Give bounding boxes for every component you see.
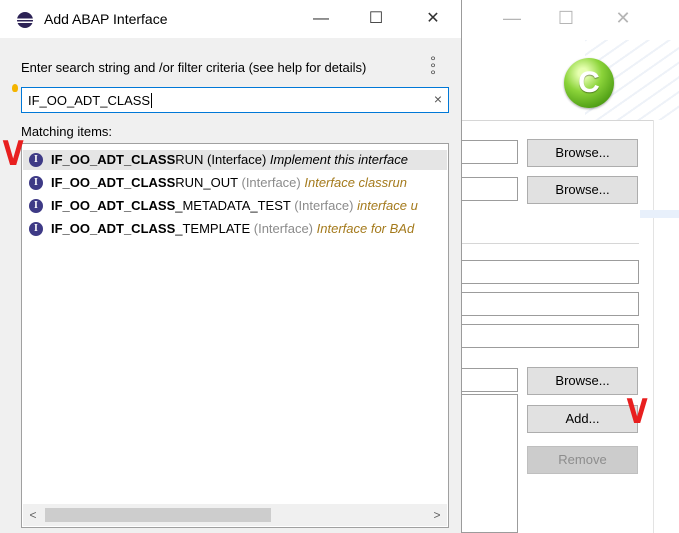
interface-icon: I — [29, 222, 43, 236]
text-caret — [151, 93, 153, 108]
annotation-check-mark: V — [2, 134, 24, 174]
item-type: (Interface) — [207, 152, 267, 167]
window-edge — [653, 120, 654, 533]
matching-items-list[interactable]: I IF_OO_ADT_CLASSRUN (Interface) Impleme… — [21, 143, 449, 528]
more-options-icon[interactable]: ° ° ° — [428, 54, 438, 82]
item-description: interface u — [357, 198, 418, 213]
item-type: (Interface) — [253, 221, 314, 236]
item-match: IF_OO_ADT_CLASS — [51, 198, 176, 213]
filter-instructions: Enter search string and /or filter crite… — [21, 60, 367, 75]
item-match: IF_OO_ADT_CLASS — [51, 152, 176, 167]
list-item[interactable]: I IF_OO_ADT_CLASS_METADATA_TEST (Interfa… — [23, 196, 447, 216]
content-assist-icon — [12, 84, 18, 92]
search-input[interactable]: IF_OO_ADT_CLASS × — [21, 87, 449, 113]
bg-close-button[interactable]: ✕ — [609, 6, 637, 30]
item-match: IF_OO_ADT_CLASS — [51, 221, 176, 236]
item-description: Implement this interface — [269, 152, 408, 167]
item-description: Interface classrun — [304, 175, 407, 190]
eclipse-icon — [17, 12, 33, 28]
bg-field-3[interactable] — [448, 260, 639, 284]
item-type: (Interface) — [294, 198, 354, 213]
wizard-logo-icon: C — [564, 58, 614, 108]
bg-field-5[interactable] — [448, 324, 639, 348]
interface-icon: I — [29, 153, 43, 167]
close-button[interactable]: ✕ — [417, 7, 449, 31]
bg-maximize-button[interactable]: ☐ — [552, 6, 580, 30]
item-name-rest: _METADATA_TEST — [175, 198, 291, 213]
browse-button-1[interactable]: Browse... — [527, 139, 638, 167]
dialog-title: Add ABAP Interface — [44, 11, 168, 27]
browse-button-3[interactable]: Browse... — [527, 367, 638, 395]
item-name-rest: RUN_OUT — [175, 175, 238, 190]
dialog-titlebar: Add ABAP Interface — ☐ ✕ — [0, 0, 461, 38]
clear-icon[interactable]: × — [434, 91, 442, 107]
bg-field-4[interactable] — [448, 292, 639, 316]
list-item[interactable]: I IF_OO_ADT_CLASS_TEMPLATE (Interface) I… — [23, 219, 447, 239]
interface-icon: I — [29, 199, 43, 213]
list-item[interactable]: I IF_OO_ADT_CLASSRUN_OUT (Interface) Int… — [23, 173, 447, 193]
list-item[interactable]: I IF_OO_ADT_CLASSRUN (Interface) Impleme… — [23, 150, 447, 170]
annotation-check-mark: V — [626, 392, 648, 432]
search-input-value: IF_OO_ADT_CLASS — [28, 93, 151, 108]
banner-separator — [448, 120, 653, 121]
item-name-rest: RUN — [175, 152, 204, 167]
browse-button-2[interactable]: Browse... — [527, 176, 638, 204]
add-abap-interface-dialog: Add ABAP Interface — ☐ ✕ Enter search st… — [0, 0, 462, 533]
section-divider — [448, 243, 639, 244]
item-name-rest: _TEMPLATE — [175, 221, 251, 236]
minimize-button[interactable]: — — [305, 7, 337, 31]
matching-items-label: Matching items: — [21, 124, 113, 139]
item-match: IF_OO_ADT_CLASS — [51, 175, 176, 190]
logo-letter: C — [578, 66, 600, 99]
bg-minimize-button[interactable]: — — [498, 6, 526, 30]
add-button[interactable]: Add... — [527, 405, 638, 433]
item-description: Interface for BAd — [316, 221, 415, 236]
scroll-right-button[interactable]: > — [429, 507, 445, 523]
item-type: (Interface) — [241, 175, 301, 190]
remove-button: Remove — [527, 446, 638, 474]
maximize-button[interactable]: ☐ — [360, 7, 392, 31]
horizontal-scrollbar[interactable]: < > — [23, 504, 447, 526]
scroll-left-button[interactable]: < — [25, 507, 41, 523]
interface-icon: I — [29, 176, 43, 190]
scroll-thumb[interactable] — [45, 508, 271, 522]
bg-highlight — [640, 210, 679, 218]
